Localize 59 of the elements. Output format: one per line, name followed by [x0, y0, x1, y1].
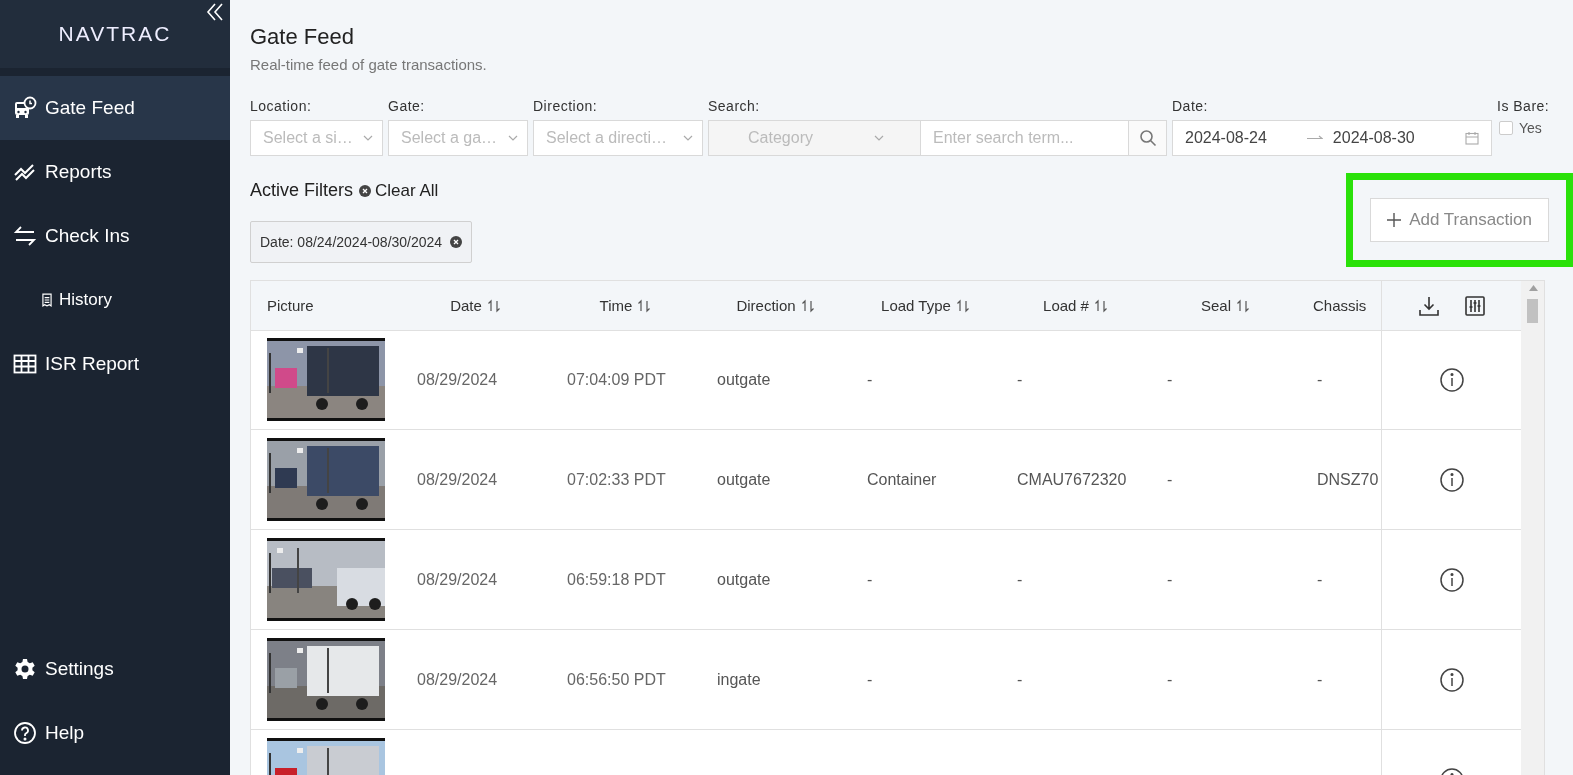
column-header[interactable]: Date [401, 281, 551, 331]
logo: NAVTRAC [58, 22, 172, 46]
nav-item[interactable]: ISR Report [0, 332, 230, 396]
page-title: Gate Feed [250, 24, 355, 50]
table-cell: 08/29/2024 [417, 370, 498, 389]
table-cell: outgate [717, 370, 771, 389]
table-cell: Container [867, 470, 937, 489]
table-cell: - [1317, 670, 1323, 689]
column-header: Picture [251, 281, 401, 331]
table-cell: - [1167, 470, 1173, 489]
table-cell: - [1167, 370, 1173, 389]
table-cell: 06:59:18 PDT [567, 570, 666, 589]
search-field[interactable]: Enter search term... [921, 120, 1129, 156]
table-cell: - [1167, 670, 1173, 689]
table-cell: outgate [717, 570, 771, 589]
table-cell: 08/29/2024 [417, 670, 498, 689]
column-header: Chassis [1301, 281, 1381, 331]
table-cell: - [1017, 370, 1023, 389]
filter-label: Direction: [533, 98, 599, 114]
nav-item[interactable]: Reports [0, 140, 230, 204]
column-header[interactable]: Seal [1151, 281, 1301, 331]
nav-item[interactable]: Help [0, 701, 230, 765]
filter-label: Location: [250, 98, 313, 114]
table-cell: CMAU7672320 [1017, 470, 1127, 489]
page-subtitle: Real-time feed of gate transactions. [250, 56, 488, 73]
active-filters-title: Active Filters [250, 180, 354, 201]
filter-label: Search: [708, 98, 761, 114]
table-cell: - [1017, 570, 1023, 589]
table-cell: - [1317, 370, 1323, 389]
checkbox-label: Yes [1519, 120, 1542, 136]
table-cell: 07:04:09 PDT [567, 370, 666, 389]
table-cell: 08/29/2024 [417, 470, 498, 489]
column-header[interactable]: Direction [701, 281, 851, 331]
table-cell: ingate [717, 670, 761, 689]
filter-label: Gate: [388, 98, 426, 114]
table-cell: - [867, 370, 873, 389]
filter-label: Is Bare: [1497, 98, 1550, 114]
column-header[interactable]: Time [551, 281, 701, 331]
table-cell: outgate [717, 470, 771, 489]
table-cell: - [1017, 670, 1023, 689]
nav-item[interactable]: Gate Feed [0, 76, 230, 140]
table-cell: - [867, 570, 873, 589]
table-cell: 07:02:33 PDT [567, 470, 666, 489]
table-cell: 06:56:50 PDT [567, 670, 666, 689]
nav-item[interactable]: Check Ins [0, 204, 230, 268]
column-header[interactable]: Load Type [851, 281, 1001, 331]
column-header[interactable]: Load # [1001, 281, 1151, 331]
add-transaction-button[interactable]: Add Transaction [1370, 198, 1549, 242]
table-cell: - [1167, 570, 1173, 589]
table-cell: - [867, 670, 873, 689]
table-cell: - [1317, 570, 1323, 589]
filter-chip-label: Date: 08/24/2024-08/30/2024 [260, 234, 443, 250]
table-cell: 08/29/2024 [417, 570, 498, 589]
nav-item[interactable]: Settings [0, 637, 230, 701]
date-range-field[interactable]: 2024-08-24 2024-08-30 [1172, 120, 1492, 156]
clear-all-button[interactable]: Clear All [359, 180, 439, 201]
nav-item[interactable]: History [0, 268, 230, 332]
filter-label: Date: [1172, 98, 1209, 114]
table-cell: DNSZ70 [1317, 470, 1379, 489]
